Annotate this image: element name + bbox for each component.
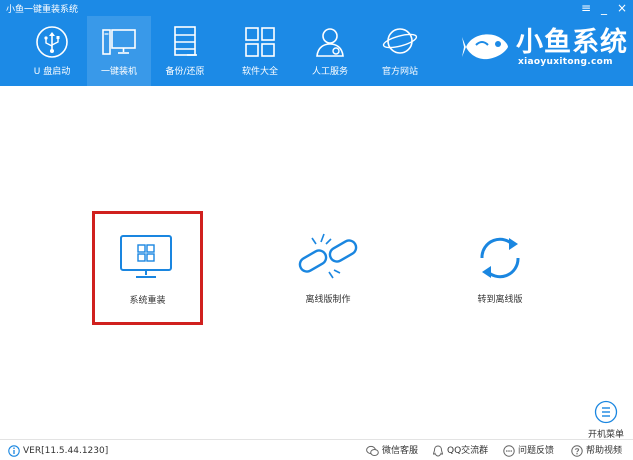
brand-domain: xiaoyuxitong.com [518,57,613,67]
app-title: 小鱼一键重装系统 [6,5,79,15]
minimize-button[interactable]: _ [596,0,612,16]
brand-name: 小鱼系统 [516,27,628,58]
grid-icon [245,27,275,57]
list-circle-icon[interactable] [594,400,618,424]
footer-qq-group[interactable]: QQ交流群 [432,444,488,458]
nav-manual-service[interactable]: 人工服务 [298,16,362,86]
nav-backup-restore[interactable]: 备份/还原 [153,16,217,86]
broken-link-icon [298,233,358,279]
info-icon [8,444,20,457]
qq-icon [432,444,444,457]
footer-link-label: 帮助视频 [586,446,623,456]
person-icon [316,28,344,57]
nav-label: U 盘启动 [33,67,71,77]
footer-help-video[interactable]: 帮助视频 [571,444,622,458]
nav-label: 软件大全 [241,67,278,77]
usb-icon [36,26,68,58]
chat-icon [503,444,515,457]
version-text: VER[11.5.44.1230] [23,446,109,456]
document-icon [174,26,197,56]
option-offline-build[interactable]: 离线版制作 [283,220,373,320]
footer-link-label: 微信客服 [382,446,419,456]
footer-feedback[interactable]: 问题反馈 [503,444,554,458]
nav-one-click-install[interactable]: 一键装机 [87,16,151,86]
nav-label: 备份/还原 [165,67,205,77]
option-label: 转到离线版 [477,295,523,305]
globe-icon [382,28,418,54]
option-switch-offline[interactable]: 转到离线版 [455,220,545,320]
top-header: 小鱼一键重装系统 ≡ _ × U 盘启动 一键装机 备份/还原 软件大全 人工服… [0,0,633,86]
nav-label: 人工服务 [311,67,348,77]
wechat-icon [366,445,379,456]
nav-usb-boot[interactable]: U 盘启动 [20,16,84,86]
refresh-icon [480,237,520,279]
close-button[interactable]: × [614,0,630,16]
footer-divider [0,439,633,440]
option-label: 离线版制作 [305,295,351,305]
nav-official-website[interactable]: 官方网站 [368,16,432,86]
computer-icon [102,29,136,55]
footer-link-label: 问题反馈 [518,446,555,456]
version-info: VER[11.5.44.1230] [8,444,108,458]
window-menu-button[interactable]: ≡ [578,0,594,16]
fish-logo-icon [462,34,508,60]
nav-label: 官方网站 [381,67,418,77]
footer-wechat-service[interactable]: 微信客服 [366,444,418,458]
help-icon [571,444,583,457]
selection-highlight [92,211,203,325]
nav-label: 一键装机 [100,67,137,77]
nav-software[interactable]: 软件大全 [228,16,292,86]
footer-link-label: QQ交流群 [447,446,489,456]
